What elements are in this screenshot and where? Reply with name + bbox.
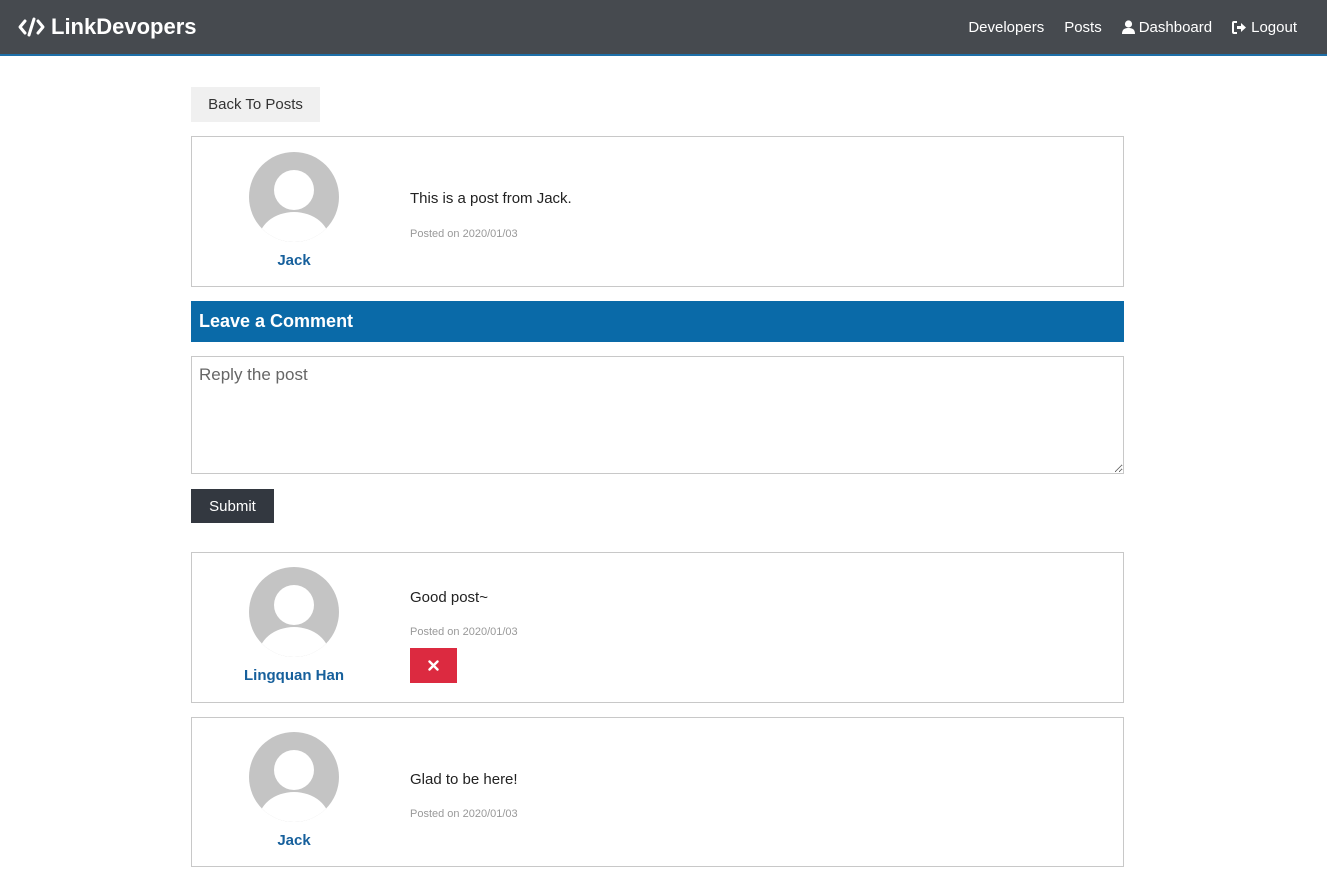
default-user-icon	[258, 170, 330, 242]
navbar: LinkDevopers Developers Posts Dashboard …	[0, 0, 1327, 56]
post-date: Posted on 2020/01/03	[410, 228, 518, 240]
default-user-icon	[258, 585, 330, 657]
code-icon	[18, 17, 45, 37]
nav-dashboard-label: Dashboard	[1138, 18, 1213, 36]
avatar	[249, 732, 339, 822]
reply-textarea[interactable]	[191, 356, 1124, 474]
post-text: This is a post from Jack.	[410, 190, 572, 207]
default-user-icon	[258, 750, 330, 822]
comment-avatar[interactable]	[249, 732, 339, 822]
comment-author[interactable]: Lingquan Han	[192, 667, 396, 684]
avatar	[249, 567, 339, 657]
sign-out-icon	[1232, 20, 1247, 34]
post-card: Jack This is a post from Jack. Posted on…	[191, 136, 1124, 287]
comment-card: Lingquan Han Good post~ Posted on 2020/0…	[191, 552, 1124, 703]
close-icon	[428, 660, 439, 671]
comment-text: Glad to be here!	[410, 771, 518, 788]
nav-developers[interactable]: Developers	[968, 19, 1044, 36]
leave-comment-header: Leave a Comment	[191, 301, 1124, 342]
nav-links: Developers Posts Dashboard Logout	[948, 19, 1309, 36]
comment-card: Jack Glad to be here! Posted on 2020/01/…	[191, 717, 1124, 867]
nav-logout-label: Logout	[1251, 18, 1297, 36]
delete-comment-button[interactable]	[410, 648, 457, 683]
nav-dashboard[interactable]: Dashboard	[1121, 18, 1213, 36]
comment-date: Posted on 2020/01/03	[410, 626, 518, 638]
comment-avatar[interactable]	[249, 567, 339, 657]
post-author[interactable]: Jack	[192, 252, 396, 269]
back-to-posts-button[interactable]: Back To Posts	[191, 87, 320, 122]
brand-name: LinkDevopers	[51, 14, 197, 39]
avatar	[249, 152, 339, 242]
comment-text: Good post~	[410, 589, 488, 606]
submit-button[interactable]: Submit	[191, 489, 274, 523]
user-icon	[1121, 20, 1135, 34]
comment-author[interactable]: Jack	[192, 832, 396, 849]
nav-posts[interactable]: Posts	[1064, 19, 1102, 36]
post-avatar[interactable]	[249, 152, 339, 242]
brand-link[interactable]: LinkDevopers	[18, 14, 197, 40]
nav-logout[interactable]: Logout	[1232, 19, 1297, 36]
comment-date: Posted on 2020/01/03	[410, 808, 518, 820]
